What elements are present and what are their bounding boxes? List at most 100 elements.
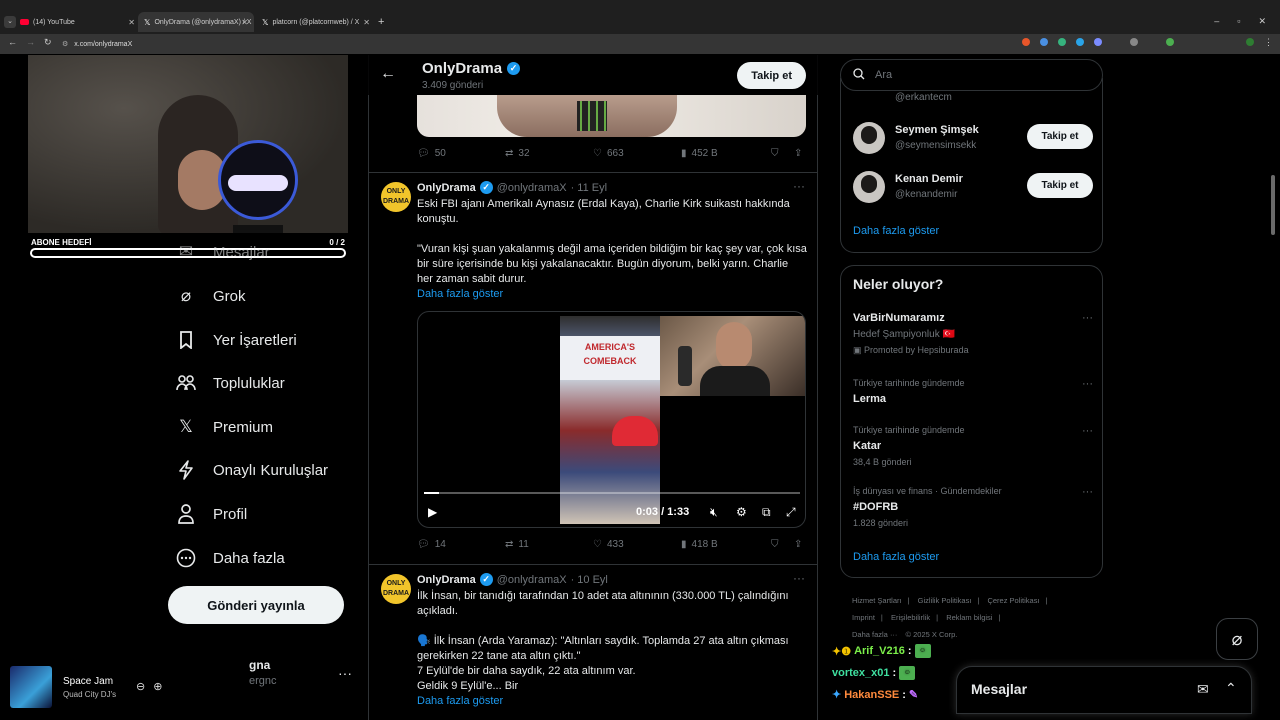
follow-suggestion[interactable]: Seymen Şimşek @seymensimsekk Takip et xyxy=(853,120,1093,158)
extension-icon[interactable] xyxy=(1022,38,1030,46)
views-button[interactable]: ▮ 418 B xyxy=(681,539,718,550)
nav-grok[interactable]: ⌀ Grok xyxy=(175,281,246,311)
url-field[interactable]: ⚙ x.com/onlydramaX xyxy=(62,38,962,50)
play-icon[interactable]: ▶ xyxy=(428,505,437,519)
extension-icon[interactable] xyxy=(1058,38,1066,46)
like-button[interactable]: ♡ 663 xyxy=(593,148,624,159)
minimize-icon[interactable]: – xyxy=(1214,16,1219,27)
new-message-icon[interactable]: ✉ xyxy=(1197,681,1209,698)
account-switcher[interactable]: gna ergnc xyxy=(249,658,277,687)
trend-more-icon[interactable]: ··· xyxy=(1082,378,1093,390)
retweet-button[interactable]: ⇄ 32 xyxy=(505,148,530,159)
follow-suggestion[interactable]: Kenan Demir @kenandemir Takip et xyxy=(853,169,1093,207)
new-tab-button[interactable]: + xyxy=(378,12,384,32)
reply-button[interactable]: 💬︎ 50 xyxy=(417,148,446,159)
trend-item[interactable]: Türkiye tarihinde gündemde Katar 38,4 B … xyxy=(853,425,1093,467)
like-button[interactable]: ♡ 433 xyxy=(593,539,624,550)
tweet-media-image[interactable] xyxy=(417,95,806,137)
tab-onlydrama[interactable]: 𝕏 OnlyDrama (@onlydramaX) / X ✕ xyxy=(138,12,254,32)
tab-search-button[interactable]: ⌄ xyxy=(4,16,16,28)
account-more-icon[interactable]: ··· xyxy=(338,665,352,681)
tweet-more-icon[interactable]: ··· xyxy=(793,179,805,193)
views-button[interactable]: ▮ 452 B xyxy=(681,148,718,159)
plus-circle-icon[interactable]: ⊕ xyxy=(153,680,162,693)
page-scrollbar[interactable] xyxy=(1271,175,1275,235)
retweet-button[interactable]: ⇄ 11 xyxy=(505,539,529,550)
footer-link[interactable]: Çerez Politikası xyxy=(987,596,1039,605)
author-name[interactable]: OnlyDrama xyxy=(417,182,476,194)
trend-item[interactable]: VarBirNumaramız Hedef Şampiyonluk 🇹🇷 ▣ P… xyxy=(853,312,1093,356)
close-tab-icon[interactable]: ✕ xyxy=(363,18,370,27)
footer-link[interactable]: Gizlilik Politikası xyxy=(918,596,972,605)
show-more-link[interactable]: Daha fazla göster xyxy=(417,694,807,709)
show-more-link[interactable]: Daha fazla göster xyxy=(417,287,807,302)
avatar[interactable]: ONLY DRAMA xyxy=(381,182,411,212)
tab-youtube[interactable]: (14) YouTube ✕ xyxy=(20,12,135,32)
author-handle[interactable]: @onlydramaX xyxy=(497,182,567,194)
follow-button[interactable]: Takip et xyxy=(737,62,806,89)
trend-item[interactable]: Türkiye tarihinde gündemde Lerma ··· xyxy=(853,378,1093,405)
site-info-icon[interactable]: ⚙ xyxy=(62,40,68,48)
grok-button[interactable]: ⌀ xyxy=(1216,618,1258,660)
extension-icon[interactable] xyxy=(1130,38,1138,46)
nav-more[interactable]: Daha fazla xyxy=(175,543,285,573)
extension-icon[interactable] xyxy=(1040,38,1048,46)
menu-icon[interactable]: ⋮ xyxy=(1264,37,1273,48)
share-button[interactable]: ⇪ xyxy=(794,539,802,550)
share-button[interactable]: ⇪ xyxy=(794,148,802,159)
nav-communities[interactable]: Topluluklar xyxy=(175,368,285,398)
close-window-icon[interactable]: ✕ xyxy=(1258,16,1266,27)
forward-icon[interactable]: → xyxy=(26,37,35,47)
tweet-date[interactable]: · 10 Eyl xyxy=(571,574,608,586)
back-icon[interactable]: ← xyxy=(8,37,17,47)
back-arrow-icon[interactable]: ← xyxy=(380,65,396,83)
reply-button[interactable]: 💬︎ 14 xyxy=(417,539,446,550)
nav-premium[interactable]: 𝕏 Premium xyxy=(175,412,273,442)
nav-verified-orgs[interactable]: Onaylı Kuruluşlar xyxy=(175,455,328,485)
messages-drawer[interactable]: Mesajlar ✉ ⌃ xyxy=(956,666,1252,714)
trend-item[interactable]: İş dünyası ve finans · Gündemdekiler #DO… xyxy=(853,486,1093,528)
footer-link[interactable]: Hizmet Şartları xyxy=(852,596,902,605)
show-more-link[interactable]: Daha fazla göster xyxy=(853,551,939,563)
nav-bookmarks[interactable]: Yer İşaretleri xyxy=(175,325,297,355)
tab-platcorn[interactable]: 𝕏 platcorn (@platcornweb) / X ✕ xyxy=(262,12,370,32)
author-handle[interactable]: @onlydramaX xyxy=(497,574,567,586)
extension-icon[interactable] xyxy=(1166,38,1174,46)
profile-avatar-icon[interactable] xyxy=(1246,38,1254,46)
footer-link[interactable]: Daha fazla ··· xyxy=(852,630,897,639)
trend-more-icon[interactable]: ··· xyxy=(1082,425,1093,437)
post-button[interactable]: Gönderi yayınla xyxy=(168,586,344,624)
tweet[interactable]: ONLY DRAMA OnlyDrama ✓ @onlydramaX · 10 E… xyxy=(369,564,817,720)
bookmark-button[interactable]: ⛉ xyxy=(771,539,779,550)
avatar[interactable] xyxy=(853,171,885,203)
close-tab-icon[interactable]: ✕ xyxy=(128,18,135,27)
tweet-date[interactable]: · 11 Eyl xyxy=(571,182,607,194)
avatar[interactable]: ONLY DRAMA xyxy=(381,574,411,604)
extension-icon[interactable] xyxy=(1076,38,1084,46)
follow-button[interactable]: Takip et xyxy=(1027,124,1093,149)
close-tab-icon[interactable]: ✕ xyxy=(241,18,248,27)
show-more-link[interactable]: Daha fazla göster xyxy=(853,225,939,237)
nav-profile[interactable]: Profil xyxy=(175,499,247,529)
bookmark-button[interactable]: ⛉ xyxy=(771,148,779,159)
footer-link[interactable]: Imprint xyxy=(852,613,875,622)
footer-link[interactable]: Erişilebilirlik xyxy=(891,613,930,622)
extension-icon[interactable] xyxy=(1094,38,1102,46)
search-input[interactable]: Ara xyxy=(840,59,1103,91)
nav-messages[interactable]: ✉ Mesajlar xyxy=(175,237,270,267)
picture-in-picture-icon[interactable]: ⧉ xyxy=(762,505,771,520)
mute-icon[interactable]: 🔇︎ xyxy=(710,505,718,520)
trend-more-icon[interactable]: ··· xyxy=(1082,486,1093,498)
minus-circle-icon[interactable]: ⊖ xyxy=(136,680,145,693)
video-progress-bar[interactable] xyxy=(424,492,800,494)
video-player[interactable]: AMERICA'S COMEBACK ▶ 0:03 / 1:33 🔇︎ ⚙ ⧉ … xyxy=(417,311,806,528)
tweet-more-icon[interactable]: ··· xyxy=(793,571,805,585)
author-name[interactable]: OnlyDrama xyxy=(417,574,476,586)
trend-more-icon[interactable]: ··· xyxy=(1082,312,1093,324)
tweet[interactable]: ONLY DRAMA OnlyDrama ✓ @onlydramaX · 11 E… xyxy=(369,172,817,562)
footer-link[interactable]: Reklam bilgisi xyxy=(946,613,992,622)
fullscreen-icon[interactable]: ⤢ xyxy=(786,505,796,520)
follow-button[interactable]: Takip et xyxy=(1027,173,1093,198)
maximize-icon[interactable]: ▫ xyxy=(1237,16,1240,27)
avatar[interactable] xyxy=(853,122,885,154)
